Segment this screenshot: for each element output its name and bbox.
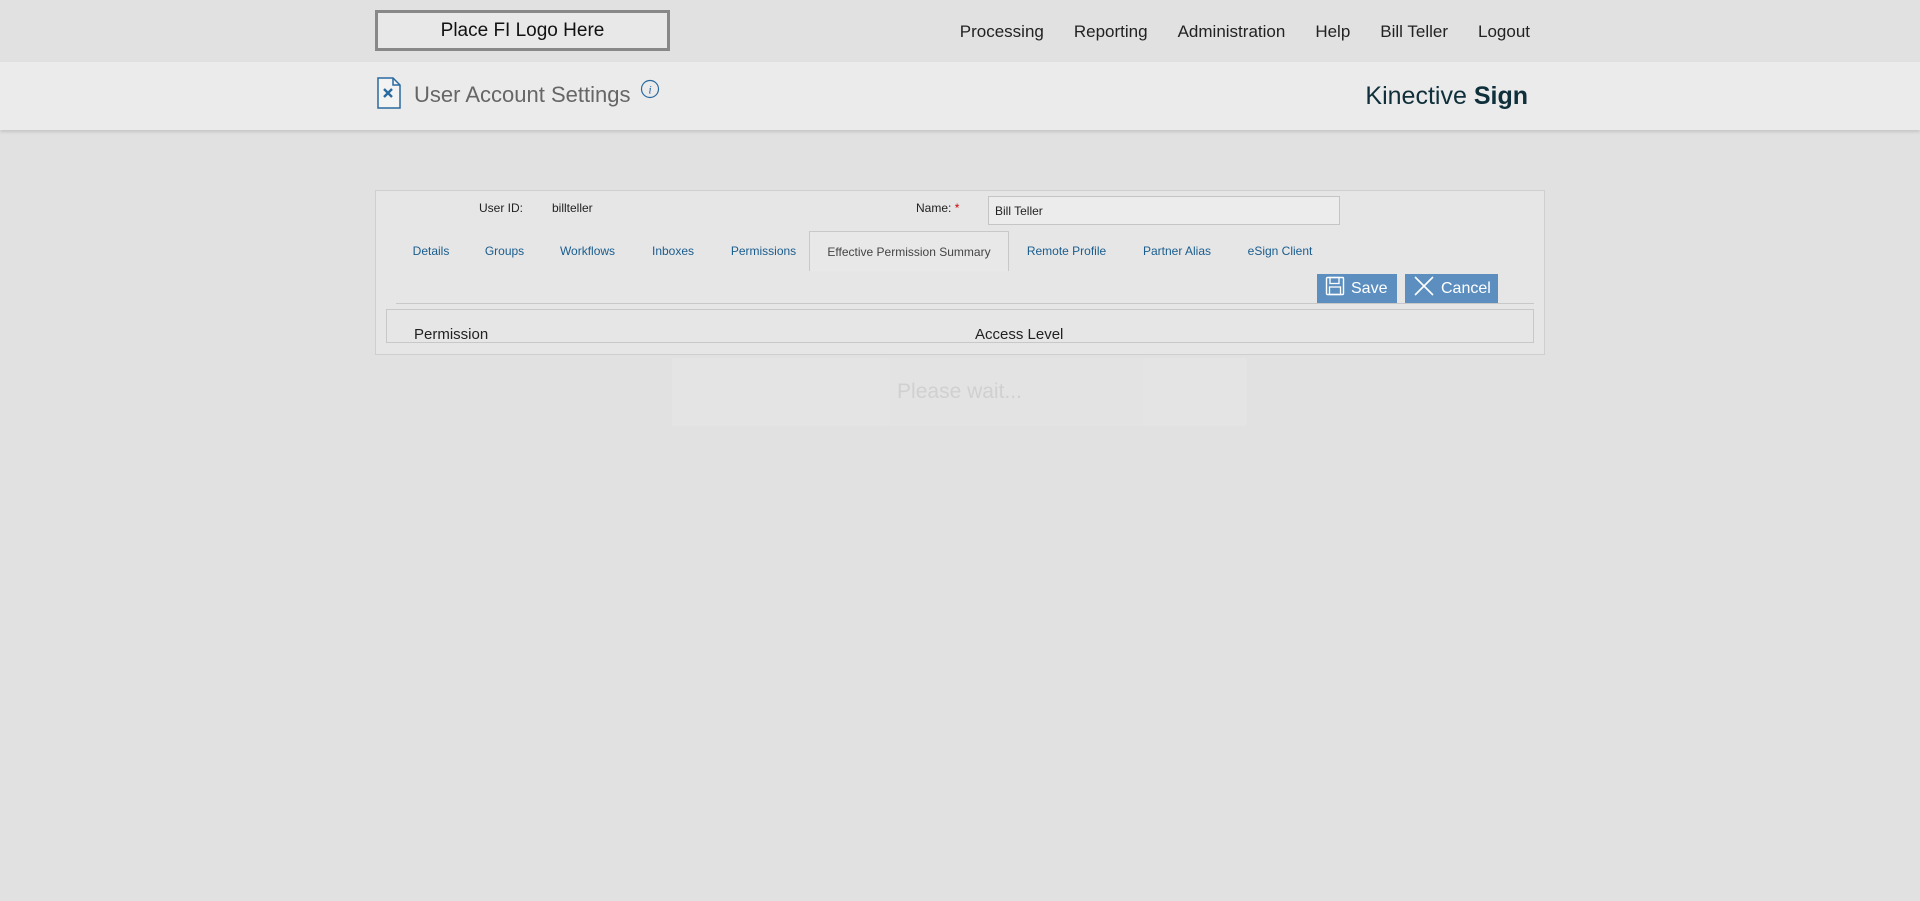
- floppy-disk-icon: [1325, 276, 1345, 301]
- tab-permissions[interactable]: Permissions: [714, 231, 813, 271]
- tab-divider: [396, 303, 1534, 304]
- save-button[interactable]: Save: [1317, 274, 1397, 303]
- nav-reporting[interactable]: Reporting: [1074, 22, 1148, 42]
- fi-logo-placeholder: Place FI Logo Here: [375, 10, 670, 51]
- tab-remote-profile[interactable]: Remote Profile: [1009, 231, 1124, 271]
- close-icon: [1413, 275, 1435, 302]
- name-label: Name: *: [916, 201, 960, 215]
- nav-help[interactable]: Help: [1315, 22, 1350, 42]
- tab-esign-client[interactable]: eSign Client: [1230, 231, 1330, 271]
- tab-effective-permission-summary[interactable]: Effective Permission Summary: [809, 231, 1009, 271]
- nav-logout[interactable]: Logout: [1478, 22, 1530, 42]
- column-access-level: Access Level: [975, 326, 1064, 343]
- column-permission: Permission: [414, 326, 489, 343]
- loading-overlay: Please wait...: [672, 358, 1247, 426]
- user-id-value: billteller: [552, 201, 593, 215]
- tab-bar: Details Groups Workflows Inboxes Permiss…: [396, 231, 1534, 271]
- user-id-label: User ID:: [479, 201, 524, 215]
- tab-partner-alias[interactable]: Partner Alias: [1124, 231, 1230, 271]
- tab-inboxes[interactable]: Inboxes: [632, 231, 714, 271]
- top-bar: Place FI Logo Here Processing Reporting …: [0, 0, 1920, 62]
- tab-workflows[interactable]: Workflows: [543, 231, 632, 271]
- page-header: User Account Settings i Kinective Sign: [0, 62, 1920, 130]
- tab-groups[interactable]: Groups: [466, 231, 543, 271]
- user-settings-panel: User ID: billteller Name: * Details Grou…: [375, 190, 1545, 355]
- settings-document-icon: [376, 77, 402, 114]
- info-icon[interactable]: i: [640, 79, 660, 104]
- nav-administration[interactable]: Administration: [1178, 22, 1286, 42]
- cancel-button[interactable]: Cancel: [1405, 274, 1498, 303]
- permission-table-header: Permission Access Level: [386, 309, 1534, 343]
- brand-logo: Kinective Sign: [1365, 82, 1528, 110]
- nav-user[interactable]: Bill Teller: [1380, 22, 1448, 42]
- svg-text:i: i: [648, 83, 651, 97]
- tab-details[interactable]: Details: [396, 231, 466, 271]
- required-marker: *: [954, 201, 960, 215]
- page-title: User Account Settings: [414, 82, 631, 107]
- name-field[interactable]: [988, 196, 1340, 225]
- nav-processing[interactable]: Processing: [960, 22, 1044, 42]
- main-nav: Processing Reporting Administration Help…: [930, 22, 1530, 42]
